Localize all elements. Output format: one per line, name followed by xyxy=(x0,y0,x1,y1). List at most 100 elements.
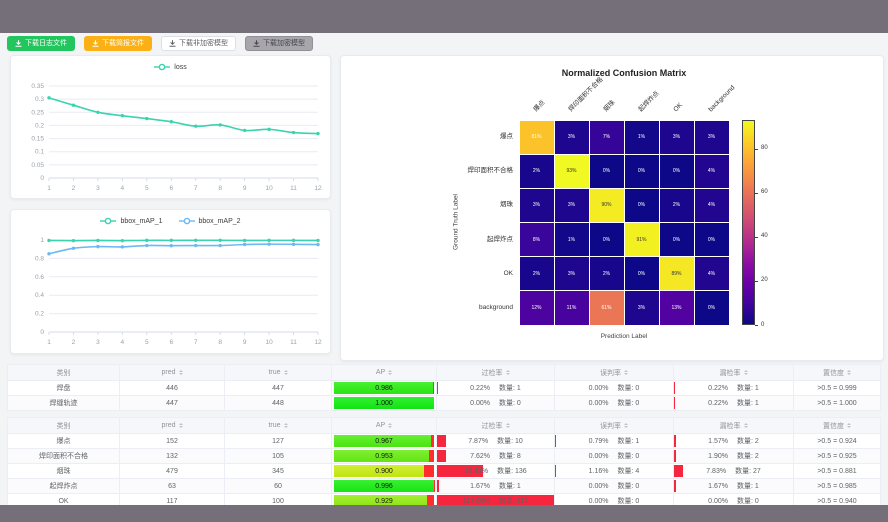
sort-caret-icon[interactable] xyxy=(847,368,851,377)
column-header-pred[interactable]: pred xyxy=(120,418,225,433)
column-header-ap[interactable]: AP xyxy=(332,365,437,380)
download-log-button[interactable]: 下载日志文件 xyxy=(7,36,75,51)
cell-over: 7.87%数量: 10 xyxy=(437,433,555,448)
legend-item-loss[interactable]: loss xyxy=(154,63,186,71)
svg-text:6: 6 xyxy=(169,185,173,192)
sort-caret-icon[interactable] xyxy=(506,368,510,377)
svg-text:6: 6 xyxy=(169,339,173,346)
sort-caret-icon[interactable] xyxy=(744,421,748,430)
svg-text:0.35: 0.35 xyxy=(31,83,44,90)
matrix-cell: 8% xyxy=(520,223,554,256)
matrix-column-label: 起焊炸点 xyxy=(637,90,661,114)
sort-caret-icon[interactable] xyxy=(624,421,628,430)
window-chrome-top xyxy=(0,0,888,33)
sort-caret-icon[interactable] xyxy=(388,421,392,430)
cell-true: 345 xyxy=(225,463,332,478)
column-header-over[interactable]: 过检率 xyxy=(437,418,555,433)
matrix-cell: 3% xyxy=(660,121,694,154)
rate-bar xyxy=(437,480,439,492)
metrics-table-1: 类别predtrueAP过检率误判率漏检率置信度焊盘4464470.9860.2… xyxy=(7,364,881,411)
column-header-conf[interactable]: 置信度 xyxy=(794,365,880,380)
cell-mis: 0.00%数量: 0 xyxy=(555,380,674,395)
column-header-miss[interactable]: 漏检率 xyxy=(674,365,794,380)
sort-caret-icon[interactable] xyxy=(506,421,510,430)
rate-cell: 1.67%数量: 1 xyxy=(437,479,554,493)
sort-caret-icon[interactable] xyxy=(847,421,851,430)
legend-item-bbox-map-2[interactable]: bbox_mAP_2 xyxy=(179,217,241,225)
metrics-table-2: 类别predtrueAP过检率误判率漏检率置信度爆点1521270.9677.8… xyxy=(7,417,881,509)
table-row: 爆点1521270.9677.87%数量: 100.79%数量: 11.57%数… xyxy=(8,433,880,448)
column-header-mis[interactable]: 误判率 xyxy=(555,365,674,380)
matrix-cell: 3% xyxy=(555,121,589,154)
svg-text:11: 11 xyxy=(290,185,297,192)
download-encrypted-model-button[interactable]: 下载加密模型 xyxy=(245,36,313,51)
sort-caret-icon[interactable] xyxy=(744,368,748,377)
legend-marker xyxy=(154,63,170,71)
legend-item-bbox-map-1[interactable]: bbox_mAP_1 xyxy=(100,217,162,225)
download-icon xyxy=(169,40,176,47)
cell-class: 烟珠 xyxy=(8,463,120,478)
matrix-cell: 81% xyxy=(520,121,554,154)
sort-caret-icon[interactable] xyxy=(624,368,628,377)
column-header-true[interactable]: true xyxy=(225,365,332,380)
cell-pred: 63 xyxy=(120,478,225,493)
sort-caret-icon[interactable] xyxy=(284,421,288,430)
cell-mis: 0.00%数量: 0 xyxy=(555,448,674,463)
sort-caret-icon[interactable] xyxy=(284,368,288,377)
cell-class: 焊缝轨迹 xyxy=(8,395,120,410)
matrix-cell: 3% xyxy=(520,189,554,222)
matrix-cell: 4% xyxy=(695,257,729,290)
column-header-class: 类别 xyxy=(8,418,120,433)
rate-cell: 0.22%数量: 1 xyxy=(674,381,793,395)
map-chart-legend: bbox_mAP_1 bbox_mAP_2 xyxy=(11,210,330,232)
matrix-row-label: 烟珠 xyxy=(341,201,513,209)
ap-bar: 0.986 xyxy=(334,382,434,394)
column-header-true[interactable]: true xyxy=(225,418,332,433)
cell-conf: >0.5 = 0.985 xyxy=(794,478,880,493)
cell-pred: 447 xyxy=(120,395,225,410)
svg-text:1: 1 xyxy=(47,185,51,192)
svg-text:2: 2 xyxy=(72,339,76,346)
rate-cell: 39.42%数量: 136 xyxy=(437,464,554,478)
legend-marker xyxy=(179,217,195,225)
toolbar: 下载日志文件 下载简报文件 下载非加密模型 下载加密模型 xyxy=(7,36,313,51)
download-unencrypted-model-button[interactable]: 下载非加密模型 xyxy=(161,36,236,51)
matrix-cell: 89% xyxy=(660,257,694,290)
column-header-mis[interactable]: 误判率 xyxy=(555,418,674,433)
column-header-conf[interactable]: 置信度 xyxy=(794,418,880,433)
column-header-pred[interactable]: pred xyxy=(120,365,225,380)
matrix-cell: 11% xyxy=(555,291,589,324)
svg-text:0.25: 0.25 xyxy=(31,109,44,116)
matrix-cell: 0% xyxy=(695,223,729,256)
rate-cell: 1.67%数量: 1 xyxy=(674,479,793,493)
cell-conf: >0.5 = 0.999 xyxy=(794,380,880,395)
column-header-miss[interactable]: 漏检率 xyxy=(674,418,794,433)
svg-text:8: 8 xyxy=(218,185,222,192)
colorbar-tick-label: 20 xyxy=(761,277,768,284)
rate-bar xyxy=(437,382,438,394)
column-header-over[interactable]: 过检率 xyxy=(437,365,555,380)
sort-caret-icon[interactable] xyxy=(179,421,183,430)
rate-cell: 0.22%数量: 1 xyxy=(674,396,793,410)
cell-miss: 0.22%数量: 1 xyxy=(674,395,794,410)
matrix-cell: 13% xyxy=(660,291,694,324)
sort-caret-icon[interactable] xyxy=(388,368,392,377)
rate-bar xyxy=(674,450,676,462)
cell-true: 105 xyxy=(225,448,332,463)
table-header-row: 类别predtrueAP过检率误判率漏检率置信度 xyxy=(8,365,880,380)
sort-caret-icon[interactable] xyxy=(179,368,183,377)
svg-text:0.2: 0.2 xyxy=(35,122,44,129)
column-header-ap[interactable]: AP xyxy=(332,418,437,433)
svg-text:11: 11 xyxy=(290,339,297,346)
cell-mis: 1.16%数量: 4 xyxy=(555,463,674,478)
download-report-button[interactable]: 下载简报文件 xyxy=(84,36,152,51)
map-line-chart: 00.20.40.60.81123456789101112 xyxy=(11,232,332,350)
cell-true: 60 xyxy=(225,478,332,493)
cell-miss: 1.57%数量: 2 xyxy=(674,433,794,448)
matrix-cell: 0% xyxy=(625,189,659,222)
rate-cell: 7.62%数量: 8 xyxy=(437,449,554,463)
rate-bar xyxy=(437,435,446,447)
ap-bar: 0.996 xyxy=(334,480,434,492)
rate-cell: 1.90%数量: 2 xyxy=(674,449,793,463)
svg-text:0.2: 0.2 xyxy=(35,311,44,318)
